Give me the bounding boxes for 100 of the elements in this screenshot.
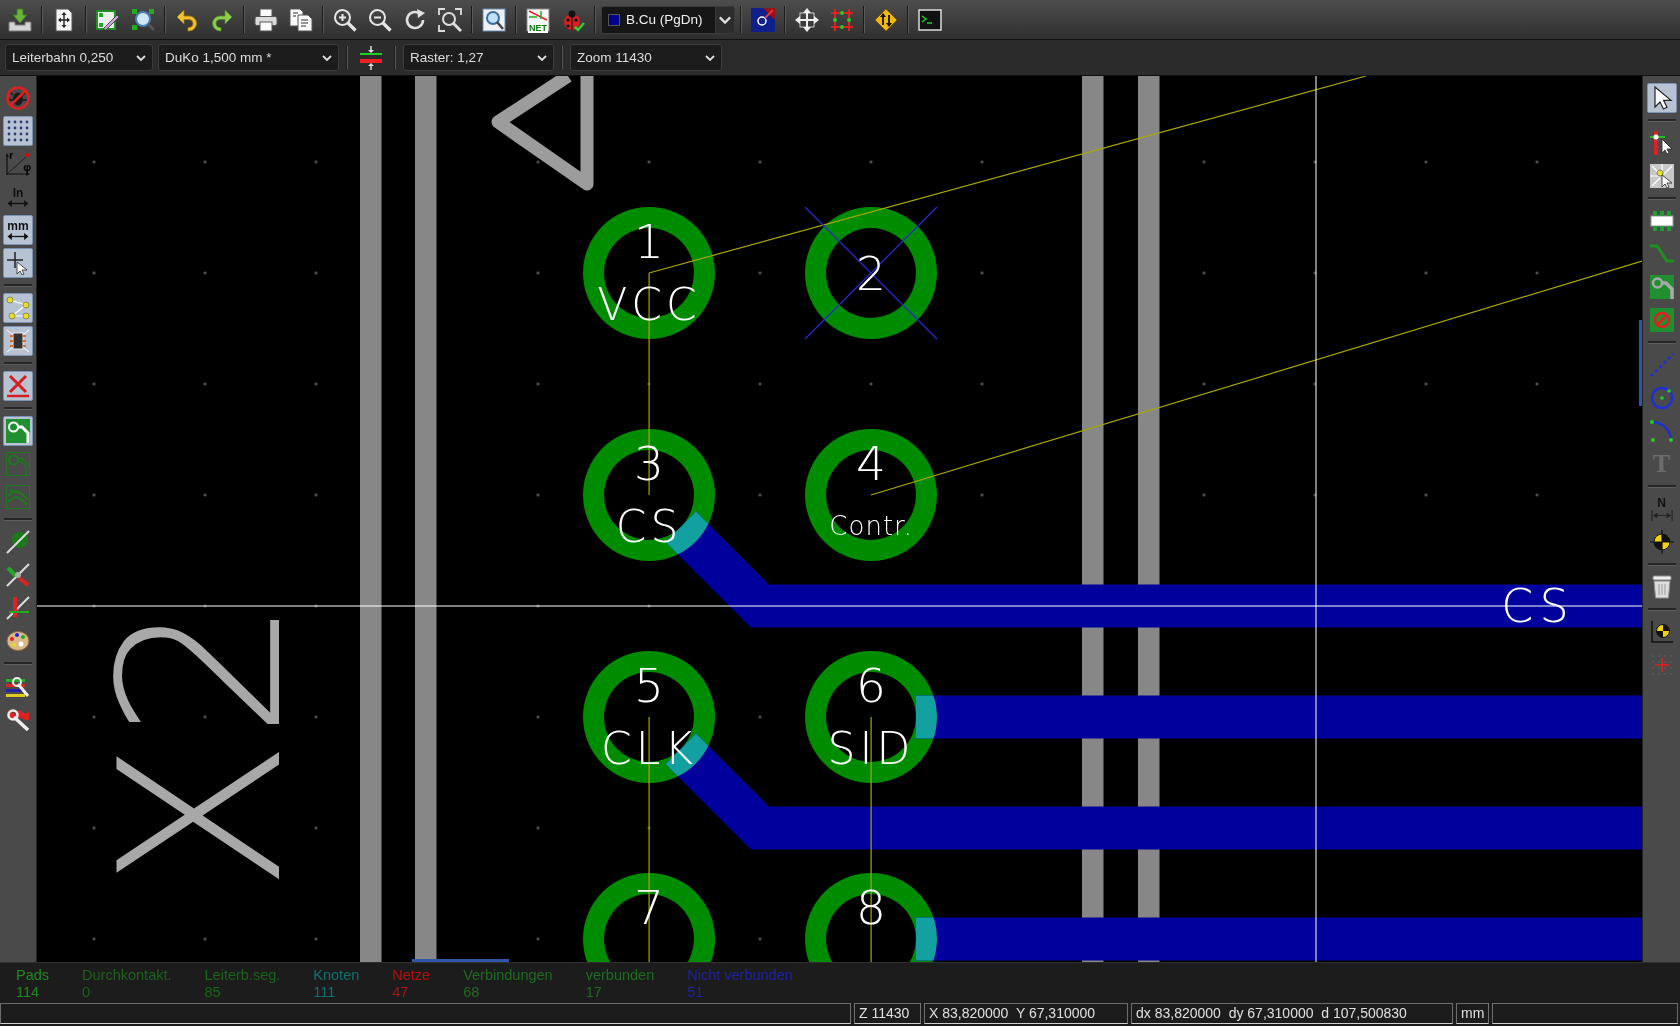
ratsnest-icon xyxy=(6,296,30,320)
stat-label: Netze xyxy=(392,967,431,983)
wrench-icon xyxy=(6,707,30,731)
pad-number: 4 xyxy=(856,436,886,491)
stat-value: 68 xyxy=(463,984,481,1000)
zoom-out-icon xyxy=(368,7,392,32)
footprint-icon xyxy=(1649,209,1674,233)
circle-icon xyxy=(1649,386,1674,410)
undo-icon xyxy=(175,7,199,32)
stat-value: 114 xyxy=(16,984,41,1000)
stat-value: 51 xyxy=(687,984,705,1000)
grid-origin-icon xyxy=(1649,653,1674,677)
auto-delete-track-button[interactable] xyxy=(3,371,33,401)
pad-number: 8 xyxy=(856,880,886,935)
pad-track-icon xyxy=(6,419,30,443)
dashed-line-icon xyxy=(1649,353,1674,377)
refresh-icon xyxy=(403,7,427,32)
pad-number: 1 xyxy=(634,214,664,269)
double-arrow-icon xyxy=(6,199,30,207)
stat-value: 111 xyxy=(313,984,337,1000)
crosshair-pointer-icon xyxy=(6,251,30,275)
redo-icon xyxy=(210,7,234,32)
palette-icon xyxy=(6,629,30,653)
pad-track-outline-icon xyxy=(6,452,30,476)
track-icon xyxy=(1649,242,1674,266)
pad-number: 5 xyxy=(634,658,664,713)
zoom-in-icon xyxy=(333,7,357,32)
dimension-arrows-icon xyxy=(1649,509,1674,521)
stat-label: Nicht verbunden xyxy=(687,967,793,983)
layer-swatch-icon xyxy=(608,13,620,26)
zoom-select[interactable]: Zoom 11430 xyxy=(570,44,722,71)
chevron-down-icon xyxy=(715,6,734,33)
arc-icon xyxy=(1649,419,1674,443)
magnifier-chip-icon xyxy=(131,7,155,32)
pad-label: Contr. xyxy=(829,511,913,541)
pad-label: CS xyxy=(615,501,683,552)
pad-label: VCC xyxy=(597,279,701,330)
layers-wrench-icon xyxy=(6,674,30,698)
stat-label: Knoten xyxy=(313,967,360,983)
silkscreen-text: X2 xyxy=(72,597,332,893)
pages-icon xyxy=(289,7,313,32)
pad-sketch-button[interactable] xyxy=(3,416,33,446)
diagonal-line-icon xyxy=(6,563,30,587)
chip-ratsnest-icon xyxy=(6,329,30,353)
stat-label: Pads xyxy=(16,967,50,983)
scrollbar-thumb[interactable] xyxy=(1639,320,1642,406)
save-icon xyxy=(8,7,32,32)
trash-icon xyxy=(1649,575,1674,599)
stat-label: Leiterb.seg. xyxy=(204,967,281,983)
pad-number: 7 xyxy=(634,880,664,935)
printer-icon xyxy=(254,7,278,32)
stat-value: 17 xyxy=(585,984,603,1000)
layer-pair-icon xyxy=(751,7,775,32)
double-arrow-icon xyxy=(6,232,30,240)
origin-target-icon xyxy=(1649,620,1674,644)
pad-number: 3 xyxy=(634,436,664,491)
track-width-icon xyxy=(359,45,383,70)
target-icon xyxy=(1649,530,1674,554)
spark-pointer-icon xyxy=(1649,164,1674,188)
track-sketch-button[interactable] xyxy=(3,482,33,512)
pad-track-icon xyxy=(1649,275,1674,299)
pad-number: 6 xyxy=(856,658,886,713)
move-arrows-icon xyxy=(795,7,819,32)
terminal-icon xyxy=(918,7,942,32)
diamond-arrows-icon xyxy=(874,7,898,32)
stat-value: 47 xyxy=(392,984,410,1000)
scrollbar-thumb[interactable] xyxy=(412,959,509,962)
grid-select[interactable]: Raster: 1,27 xyxy=(403,44,554,71)
footprint-ratsnest-button[interactable] xyxy=(3,326,33,356)
pad-label: SID xyxy=(827,723,915,774)
bug-prohibited-icon xyxy=(6,86,30,110)
track-width-select[interactable]: Leiterbahn 0,250 xyxy=(5,44,153,71)
track-outline-icon xyxy=(6,485,30,509)
zone-line-icon xyxy=(6,530,30,554)
layer-select[interactable]: B.Cu (PgDn) xyxy=(601,5,735,34)
netlist-button[interactable]: NET xyxy=(522,3,554,36)
cursor-shape-button[interactable] xyxy=(3,248,33,278)
page-icon xyxy=(52,7,76,32)
dot-grid-icon xyxy=(6,119,30,143)
grid-frame-icon xyxy=(830,7,854,32)
zoom-fit-icon xyxy=(438,7,462,32)
stat-label: Durchkontakt. xyxy=(82,967,172,983)
prohibited-sign-icon xyxy=(1649,308,1674,332)
polar-axes-icon xyxy=(6,152,30,176)
stat-value: 0 xyxy=(82,984,92,1000)
status-field: dx 83,820000 dy 67,310000 d 107,500830 xyxy=(1131,1003,1453,1024)
stat-label: verbunden xyxy=(585,967,655,983)
cross-underline-icon xyxy=(6,374,30,398)
mm-units-button[interactable]: mm xyxy=(3,215,33,245)
crossed-lines-icon xyxy=(6,596,30,620)
status-field: mm xyxy=(1456,1003,1489,1024)
board-pencil-icon xyxy=(96,7,120,32)
drc-toggle-button[interactable] xyxy=(3,83,33,113)
select-tool-button[interactable] xyxy=(1646,83,1677,113)
grid-toggle-button[interactable] xyxy=(3,116,33,146)
crosshair-pointer-icon xyxy=(1649,131,1674,155)
status-field: Z 11430 xyxy=(854,1003,921,1024)
via-size-select[interactable]: DuKo 1,500 mm * xyxy=(158,44,339,71)
status-field: X 83,820000 Y 67,310000 xyxy=(924,1003,1128,1024)
net-label: CS xyxy=(1501,579,1575,633)
